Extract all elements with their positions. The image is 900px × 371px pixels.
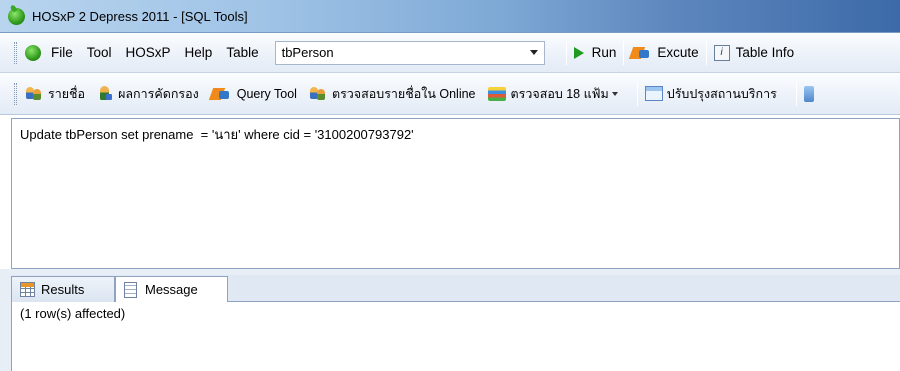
run-button[interactable]: Run [573,45,617,60]
tab-label: Results [41,282,85,297]
stack-icon [487,86,506,101]
menu-hosxp[interactable]: HOSxP [126,45,171,60]
shortcut-toolbar: รายชื่อ ผลการคัดกรอง Query Tool ตรวจสอบร… [0,73,900,115]
sql-text: Update tbPerson set prename = 'นาย' wher… [20,127,414,142]
excute-label: Excute [657,45,699,60]
toolbar-grip[interactable] [14,41,17,64]
people-icon [309,86,327,101]
menu-bar: File Tool HOSxP Help Table tbPerson Run … [0,33,900,73]
toolbar-item-check-18-files[interactable]: ตรวจสอบ 18 แฟ้ม [487,84,618,104]
toolbar-item-label: Query Tool [236,86,297,101]
toolbar-separator [795,81,797,106]
toolbar-item-online-check[interactable]: ตรวจสอบรายชื่อใน Online [309,84,476,104]
toolbar-item-update-facility[interactable]: ปรับปรุงสถานบริการ [644,84,777,104]
menu-file[interactable]: File [51,45,73,60]
toolbar-item-name-list[interactable]: รายชื่อ [25,84,85,104]
sql-editor[interactable]: Update tbPerson set prename = 'นาย' wher… [11,118,900,269]
toolbar-separator [636,81,638,106]
table-select[interactable]: tbPerson [274,40,545,65]
menu-tool[interactable]: Tool [87,45,112,60]
tab-results[interactable]: Results [11,276,115,302]
toolbar-item-label: ปรับปรุงสถานบริการ [666,86,777,101]
tab-message[interactable]: Message [115,276,228,303]
toolbar-separator [623,40,625,65]
toolbar-separator [565,40,567,65]
form-icon [644,86,663,101]
people-icon [25,86,43,101]
run-label: Run [591,45,617,60]
hosxp-app-icon [8,7,25,25]
tab-label: Message [145,282,198,297]
person-icon [97,85,113,102]
title-bar: HOSxP 2 Depress 2011 - [SQL Tools] [0,0,900,33]
document-icon [124,281,137,298]
result-tabs: Results Message [11,275,900,303]
toolbar-item-label: ตรวจสอบรายชื่อใน Online [331,86,476,101]
left-margin [0,275,11,371]
play-icon [573,46,584,59]
query-tool-icon [211,87,231,101]
toolbar-item-label: ผลการคัดกรอง [118,86,199,101]
toolbar-item-screening-result[interactable]: ผลการคัดกรอง [97,84,199,104]
chevron-down-icon[interactable] [611,91,618,96]
message-text: (1 row(s) affected) [20,306,126,321]
toolbar-item-label: ตรวจสอบ 18 แฟ้ม [510,86,609,101]
toolbar-separator [705,40,707,65]
chevron-down-icon [529,50,538,55]
overflow-toolbar-icon[interactable] [803,85,814,102]
menu-help[interactable]: Help [185,45,213,60]
excute-button[interactable]: Excute [631,45,699,60]
toolbar-item-query-tool[interactable]: Query Tool [211,87,297,101]
table-select-value: tbPerson [281,45,334,60]
toolbar-item-label: รายชื่อ [48,86,86,101]
hosxp-menu-icon[interactable] [25,44,41,61]
toolbar-grip[interactable] [14,82,17,105]
info-icon: i [713,44,730,61]
excute-icon [631,46,651,60]
table-info-label: Table Info [735,45,795,60]
window-title: HOSxP 2 Depress 2011 - [SQL Tools] [32,8,248,24]
menu-table[interactable]: Table [226,45,258,60]
table-info-button[interactable]: i Table Info [713,44,795,61]
message-output[interactable]: (1 row(s) affected) [11,302,900,371]
grid-icon [20,282,35,297]
